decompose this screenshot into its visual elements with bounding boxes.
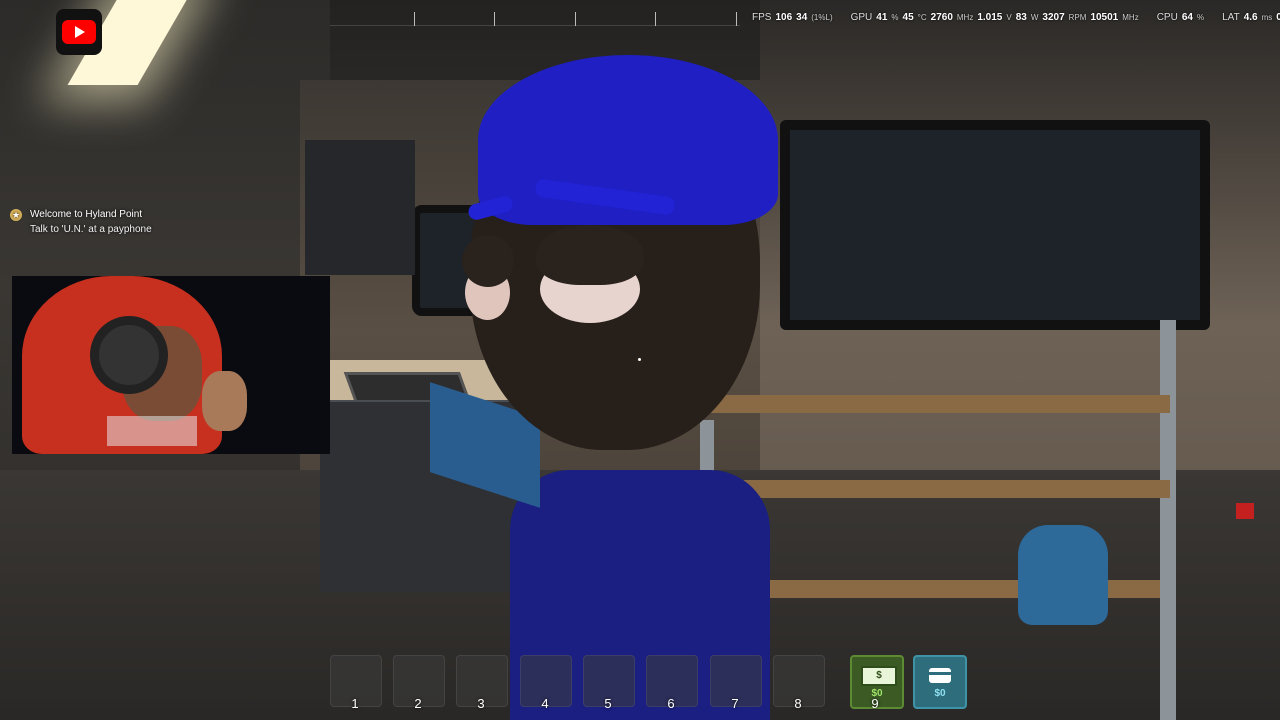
cpu-usage-unit: % [1196,13,1205,22]
latency-value-2: 0 [1276,12,1280,23]
graph-tick [414,12,415,26]
webcam-hand [202,371,247,431]
graph-tick [736,12,737,26]
quest-notification: ★ Welcome to Hyland Point Talk to 'U.N.'… [10,207,152,237]
gpu-mem-clock-unit: MHz [1122,13,1139,22]
frametime-graph [330,12,740,28]
rv-window-large [780,120,1210,330]
gpu-fan-unit: RPM [1068,13,1087,22]
graph-tick [575,12,576,26]
card-balance: $0 [934,688,946,699]
cpu-usage: 64 [1181,12,1193,23]
gpu-temp: 45 [902,12,914,23]
graph-tick [655,12,656,26]
hotbar-slot-number: 2 [414,696,422,711]
cash-icon: $ [861,666,897,686]
gpu-fan: 3207 [1042,12,1065,23]
gpu-usage-unit: % [891,13,899,22]
gpu-power: 83 [1015,12,1027,23]
latency-unit: ms [1261,13,1273,22]
fps-label: FPS [752,12,772,23]
gpu-clock: 2760 [930,12,953,23]
webcam-hoodie-print [107,416,197,446]
hotbar-slot-number: 1 [351,696,359,711]
npc-eyelid [536,225,644,285]
upper-cabinet [305,140,415,275]
graph-tick [494,12,495,26]
blue-kettle[interactable] [1018,525,1108,625]
crosshair [638,358,641,361]
card-slot[interactable]: $0 [913,655,967,709]
hotbar-slot-number: 3 [477,696,485,711]
shelf-board [700,480,1170,498]
gpu-usage: 41 [876,12,888,23]
performance-overlay: FPS 106 34 (1%L) GPU 41 % 45 °C 2760 MHz… [752,12,1280,23]
hotbar-slot-number: 4 [541,696,549,711]
gpu-mem-clock: 10501 [1090,12,1119,23]
cpu-label: CPU [1156,12,1178,23]
fps-low-value: 34 [796,12,808,23]
headphones-icon [90,316,168,394]
wall-switch[interactable] [1236,503,1254,519]
gpu-power-unit: W [1030,13,1039,22]
hotbar-slot-number: 5 [604,696,612,711]
gpu-voltage: 1.015 [977,12,1003,23]
hotbar-slot-number: 7 [731,696,739,711]
gpu-clock-unit: MHz [956,13,974,22]
streamer-webcam [12,276,330,454]
quest-objective: Talk to 'U.N.' at a payphone [30,224,152,235]
quest-title: Welcome to Hyland Point [30,209,143,220]
shelf-rack-post [1160,320,1176,720]
latency-value: 4.6 [1243,12,1258,23]
shelf-board [700,395,1170,413]
credit-card-icon [929,668,951,683]
gpu-label: GPU [850,12,873,23]
fps-value: 106 [775,12,793,23]
latency-label: LAT [1222,12,1240,23]
youtube-icon [56,9,102,55]
fps-low-unit: (1%L) [811,13,833,22]
gpu-temp-unit: °C [917,13,927,22]
hotbar-slot-number: 8 [794,696,802,711]
hotbar-slot-number: 6 [667,696,675,711]
npc-eyelid [462,235,514,287]
hotbar-slot-number: 9 [871,696,879,711]
gpu-voltage-unit: V [1006,13,1012,22]
star-icon: ★ [10,209,22,221]
